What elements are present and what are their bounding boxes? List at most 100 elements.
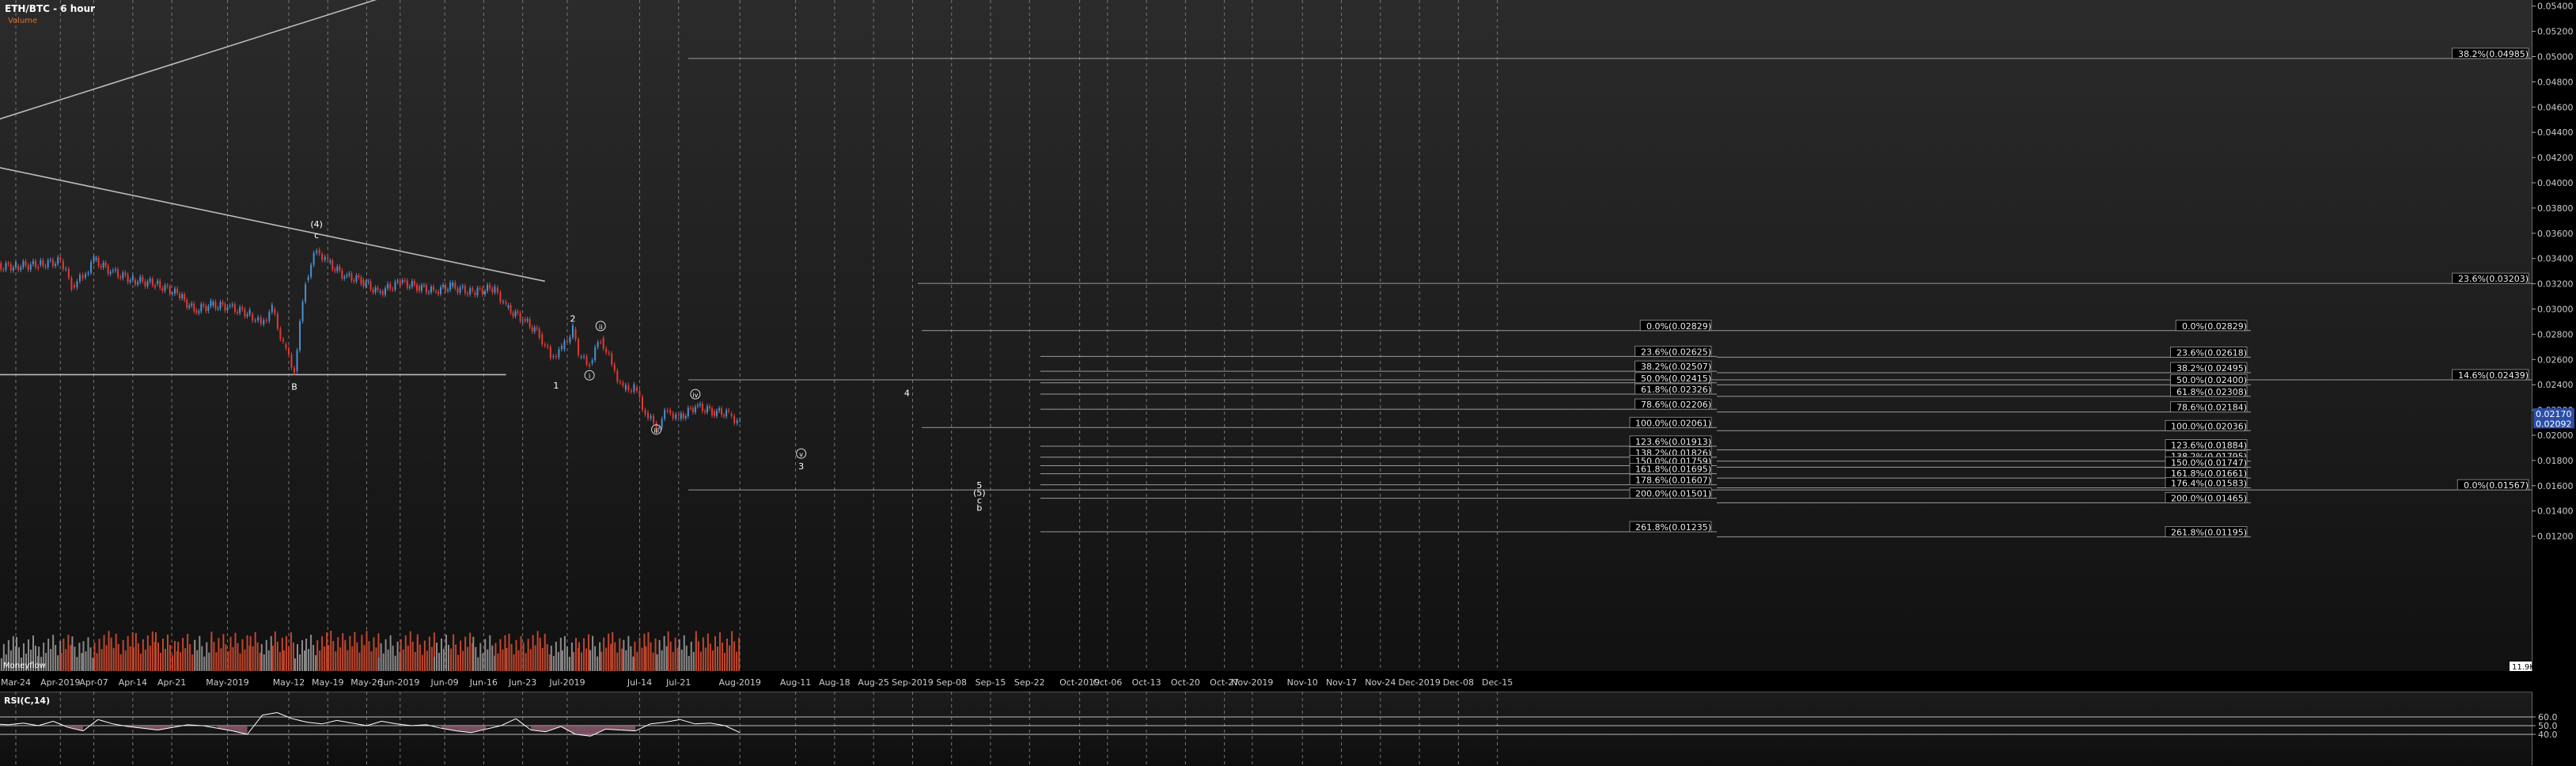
volume-bar (392, 645, 394, 671)
candle-body (122, 272, 124, 279)
volume-bar (643, 633, 646, 671)
y-tick-label: 0.04800 (2537, 77, 2574, 87)
volume-bar (119, 654, 122, 671)
candle-body (638, 390, 641, 397)
fib-level-label: 261.8%(0.01195) (2171, 527, 2247, 537)
fib-level-label: 176.4%(0.01583) (2171, 479, 2247, 489)
wave-label: 3 (798, 461, 804, 472)
volume-bar (515, 639, 517, 671)
y-tick-label: 0.03200 (2537, 279, 2574, 290)
x-tick-label: Jul-21 (665, 677, 691, 688)
wave-label: c (314, 230, 319, 241)
candle-body (541, 334, 544, 345)
current-price-label: 0.02170 (2536, 409, 2572, 419)
volume-bar (450, 648, 453, 671)
y-tick-label: 0.04600 (2537, 102, 2574, 112)
candle-body (343, 277, 346, 279)
candle-body (379, 291, 381, 293)
candle-body (728, 410, 730, 411)
candle-body (563, 340, 566, 350)
rsi-line (97, 719, 113, 725)
volume-bar (370, 651, 373, 671)
volume-bar (583, 638, 585, 671)
volume-bar (589, 650, 592, 671)
candle-body (205, 305, 207, 311)
candle-body (144, 281, 146, 287)
candle-body (377, 287, 379, 290)
candle-body (0, 263, 2, 270)
candle-body (198, 311, 200, 313)
volume-bar (263, 654, 265, 671)
volume-bar (366, 631, 368, 671)
x-tick-label: Dec-15 (1482, 677, 1513, 688)
volume-bar (676, 647, 679, 671)
candle-body (17, 266, 20, 271)
candle-body (316, 250, 318, 253)
candle-body (76, 281, 78, 288)
candle-body (644, 409, 646, 415)
volume-bar (404, 635, 407, 671)
candle-body (78, 275, 81, 282)
candle-body (555, 356, 557, 358)
volume-bar (448, 645, 449, 671)
candle-body (684, 415, 687, 419)
candle-body (20, 267, 22, 271)
candle-body (93, 256, 95, 263)
candle-body (574, 329, 577, 339)
volume-bar (71, 636, 74, 671)
candle-body (224, 304, 226, 311)
candle-body (25, 261, 27, 266)
candle-body (188, 305, 191, 308)
candle-body (483, 290, 486, 295)
volume-bar (227, 650, 229, 671)
volume-bar (445, 635, 447, 671)
volume-bar (108, 631, 110, 671)
volume-bar (385, 639, 387, 671)
volume-bar (335, 651, 337, 671)
y-tick-label: 0.01200 (2537, 532, 2574, 542)
candle-body (521, 320, 524, 322)
candle-body (411, 281, 413, 287)
volume-bar (726, 639, 728, 671)
candle-body (408, 286, 411, 288)
candle-body (2, 269, 5, 271)
candle-body (324, 256, 326, 260)
volume-bar (313, 645, 315, 671)
rsi-line (262, 712, 278, 716)
volume-bar (382, 653, 385, 671)
rsi-line (292, 718, 308, 723)
volume-bar (594, 646, 597, 671)
volume-bar (50, 649, 52, 671)
x-tick-label: Apr-07 (79, 677, 108, 688)
candle-body (406, 280, 408, 288)
volume-bar (630, 646, 632, 671)
candle-body (149, 279, 151, 282)
volume-bar (638, 637, 641, 671)
y-tick-label: 0.05000 (2537, 52, 2574, 63)
volume-bar (605, 647, 608, 671)
volume-bar (162, 639, 164, 671)
wave-label: iv (692, 392, 698, 399)
candle-body (271, 305, 273, 313)
candle-body (207, 306, 210, 311)
candle-body (193, 303, 195, 312)
volume-bar (373, 637, 375, 671)
rsi-fill (232, 726, 248, 734)
volume-bar (402, 649, 404, 671)
candle-body (114, 269, 116, 271)
candle-body (464, 286, 466, 294)
x-tick-label: Nov-24 (1365, 677, 1396, 688)
volume-bar (239, 653, 241, 671)
volume-bar (282, 650, 285, 671)
y-tick-label: 0.03000 (2537, 305, 2574, 315)
x-tick-label: Nov-17 (1326, 677, 1357, 688)
volume-bar (112, 647, 115, 671)
candle-body (341, 270, 343, 279)
candle-body (526, 319, 528, 321)
fib-level-label: 0.0%(0.02829) (2182, 321, 2247, 332)
trendline (0, 0, 377, 120)
candle-body (336, 266, 339, 271)
candle-body (622, 382, 624, 386)
candle-body (413, 281, 415, 285)
volume-bar (182, 638, 184, 671)
